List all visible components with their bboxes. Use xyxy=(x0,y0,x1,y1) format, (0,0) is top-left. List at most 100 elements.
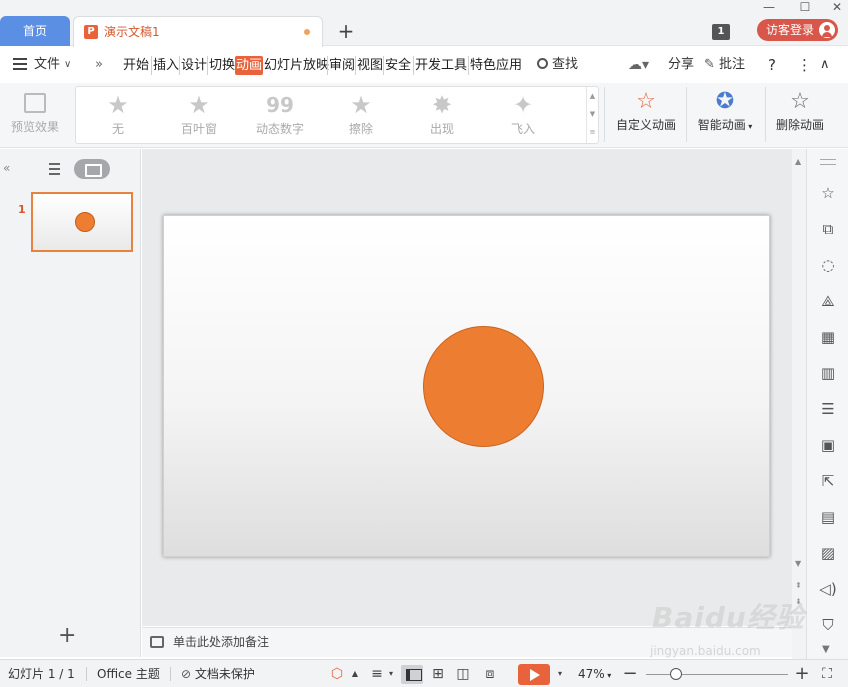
document-protection[interactable]: ⊘ 文档未保护 xyxy=(181,660,255,687)
search-icon xyxy=(537,58,548,69)
search-button[interactable]: 查找 xyxy=(537,47,578,83)
tab-view[interactable]: 视图 xyxy=(355,56,384,75)
tab-security[interactable]: 安全 xyxy=(383,56,412,75)
scroll-up-icon[interactable]: ▲ xyxy=(795,157,801,166)
shapes-icon[interactable]: ◌ xyxy=(818,255,838,275)
reading-view-icon[interactable]: ◫ xyxy=(454,665,472,683)
tab-special[interactable]: 特色应用 xyxy=(468,56,523,75)
search-label: 查找 xyxy=(552,57,579,72)
notes-menu-icon[interactable]: ▾ xyxy=(382,665,400,683)
zoom-out-button[interactable]: − xyxy=(621,665,639,683)
notes-placeholder: 单击此处添加备注 xyxy=(173,635,270,649)
archive-icon[interactable]: ▤ xyxy=(818,507,838,527)
tab-document[interactable]: P 演示文稿1 xyxy=(73,16,323,47)
play-slideshow-button[interactable] xyxy=(518,664,550,685)
picture-icon[interactable]: ▨ xyxy=(818,543,838,563)
gallery-scroll[interactable]: ▲ ▼ ≡ xyxy=(586,87,598,143)
animation-star-icon[interactable]: ☆ xyxy=(818,183,838,203)
more-tabs-button[interactable]: » xyxy=(95,47,103,83)
tab-home[interactable]: 首页 xyxy=(0,16,70,46)
slide-number: 1 xyxy=(18,203,26,216)
custom-animation-button[interactable]: ☆ 自定义动画 xyxy=(612,86,680,142)
maximize-icon[interactable]: ☐ xyxy=(796,0,814,14)
gallery-up-icon[interactable]: ▲ xyxy=(587,87,598,105)
image-gallery-icon[interactable]: ▣ xyxy=(818,435,838,455)
slide-canvas[interactable] xyxy=(163,215,770,557)
animation-none[interactable]: ★ 无 xyxy=(78,90,158,142)
slide-thumbnail[interactable] xyxy=(31,192,133,252)
delete-animation-label: 删除动画 xyxy=(775,118,824,132)
settings-sliders-icon[interactable]: ☰ xyxy=(818,399,838,419)
tab-slideshow[interactable]: 幻灯片放映 xyxy=(263,56,330,75)
layers-icon[interactable]: ⟁ xyxy=(818,291,838,311)
animation-appear[interactable]: ✸ 出现 xyxy=(402,90,482,142)
beautify-icon[interactable]: ⬡ xyxy=(328,665,346,683)
tab-start[interactable]: 开始 xyxy=(122,56,150,75)
orange-circle-shape[interactable] xyxy=(423,326,544,447)
layout-icon[interactable]: ⧉ xyxy=(818,219,838,239)
gallery-down-icon[interactable]: ▼ xyxy=(587,105,598,123)
tab-design[interactable]: 设计 xyxy=(179,56,208,75)
outline-view-icon[interactable] xyxy=(44,163,60,175)
next-slide-icon[interactable]: ⇟ xyxy=(795,597,802,606)
custom-animation-star-icon: ☆ xyxy=(636,89,656,114)
zoom-level[interactable]: 47% ▾ xyxy=(578,660,611,687)
minimize-icon[interactable]: — xyxy=(760,0,778,14)
chart-icon[interactable]: ▥ xyxy=(818,363,838,383)
scroll-down-icon[interactable]: ▼ xyxy=(795,559,801,568)
share-export-icon[interactable]: ⇱ xyxy=(818,471,838,491)
slide-sorter-view-icon[interactable]: ⊞ xyxy=(429,665,447,683)
comment-button[interactable]: ✎ 批注 xyxy=(704,47,745,83)
animation-fly-in[interactable]: ✦ 飞入 xyxy=(483,90,563,142)
tab-developer[interactable]: 开发工具 xyxy=(413,56,468,75)
collapse-panel-icon[interactable]: « xyxy=(3,161,10,175)
add-slide-button[interactable]: + xyxy=(58,625,76,647)
sidebar-more-icon[interactable]: ▼ xyxy=(822,644,830,655)
speaker-icon[interactable]: ◁) xyxy=(818,579,838,599)
tab-transition[interactable]: 切换 xyxy=(207,56,236,75)
shield-icon[interactable]: ⛉ xyxy=(818,615,838,635)
gallery-expand-icon[interactable]: ≡ xyxy=(587,123,598,141)
smart-animation-button[interactable]: ✪ 智能动画 ▾ xyxy=(692,86,758,142)
title-bar: 首页 P 演示文稿1 + 1 访客登录 — ☐ ✕ xyxy=(0,0,848,47)
tab-animation[interactable]: 动画 xyxy=(235,56,264,75)
play-menu-icon[interactable]: ▾ xyxy=(551,665,569,683)
collapse-ribbon-button[interactable]: ∧ xyxy=(820,47,830,83)
animation-wipe[interactable]: ★ 擦除 xyxy=(321,90,401,142)
normal-view-button[interactable] xyxy=(401,665,423,684)
help-button[interactable]: ? xyxy=(768,47,776,83)
delete-animation-star-icon: ☆ xyxy=(790,89,810,114)
fit-window-icon[interactable]: ⛶ xyxy=(818,665,836,683)
animation-blinds[interactable]: ★ 百叶窗 xyxy=(159,90,239,142)
hamburger-icon[interactable] xyxy=(13,58,27,70)
avatar-icon xyxy=(819,22,835,38)
visitor-login-button[interactable]: 访客登录 xyxy=(757,19,838,41)
share-button[interactable]: 分享 xyxy=(668,47,694,83)
file-menu[interactable]: 文件 xyxy=(34,47,60,83)
theme-name[interactable]: Office 主题 xyxy=(97,660,160,687)
close-icon[interactable]: ✕ xyxy=(828,0,846,14)
presenter-view-icon[interactable]: ⧈ xyxy=(481,665,499,683)
beautify-menu-icon[interactable]: ▲ xyxy=(346,665,364,683)
window-count-badge[interactable]: 1 xyxy=(712,24,730,40)
tab-review[interactable]: 审阅 xyxy=(327,56,356,75)
thumbnail-view-toggle[interactable] xyxy=(74,159,110,179)
more-options-button[interactable]: ⋮ xyxy=(797,47,812,83)
cloud-icon[interactable]: ☁▾ xyxy=(628,47,649,83)
zoom-slider-track[interactable] xyxy=(646,674,788,675)
tab-insert[interactable]: 插入 xyxy=(151,56,180,75)
sidebar-grip-icon[interactable] xyxy=(820,159,836,165)
animation-digits[interactable]: 99 动态数字 xyxy=(240,90,320,142)
delete-animation-button[interactable]: ☆ 删除动画 xyxy=(771,86,829,142)
chevron-down-icon[interactable]: ∨ xyxy=(64,47,71,83)
grid-icon[interactable]: ▦ xyxy=(818,327,838,347)
zoom-slider-handle[interactable] xyxy=(670,668,682,680)
vertical-scrollbar[interactable]: ▲ ▼ ⇞ ⇟ xyxy=(792,149,806,659)
document-tab-title: 演示文稿1 xyxy=(104,25,160,39)
prev-slide-icon[interactable]: ⇞ xyxy=(795,581,802,590)
zoom-in-button[interactable]: + xyxy=(793,665,811,683)
protection-label: 文档未保护 xyxy=(194,667,255,681)
new-tab-button[interactable]: + xyxy=(336,18,356,44)
notes-pane[interactable]: 单击此处添加备注 xyxy=(142,627,792,657)
preview-effect-button[interactable]: 预览效果 xyxy=(5,89,65,143)
